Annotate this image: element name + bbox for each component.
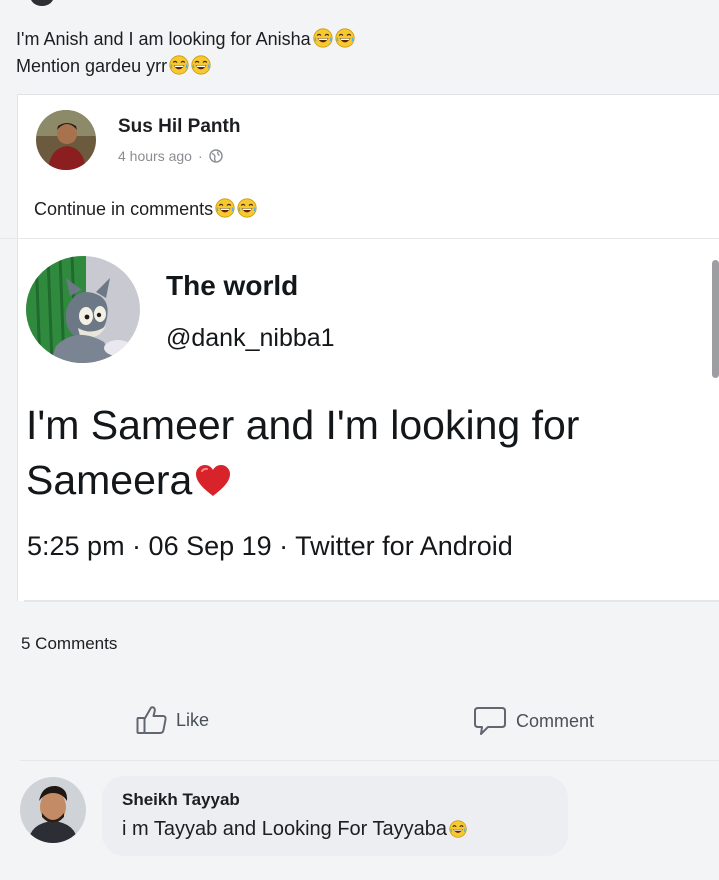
caption-line-1: I'm Anish and I am looking for Anisha [16,26,355,53]
like-label: Like [176,709,210,730]
commenter-avatar[interactable] [20,777,86,843]
comment-button[interactable]: Comment [472,705,594,737]
laughing-emoji-icon [169,55,189,75]
tweet-meta: 5:25 pm · 06 Sep 19 · Twitter for Androi… [27,531,513,561]
like-button[interactable]: Like [136,705,209,735]
avatar-cartoon-cat [26,256,140,363]
tweet-body: I'm Sameer and I'm looking for Sameera [26,402,580,503]
comment-bubble[interactable] [102,776,568,856]
shared-post-meta: 4 hours ago · [118,148,223,164]
scrollbar[interactable] [712,260,719,378]
avatar-photo [20,777,86,843]
speech-bubble-icon [474,707,506,735]
meta-separator: · [197,148,203,164]
tweet-author-avatar[interactable] [26,256,140,363]
card-bottom-border [24,600,719,602]
laughing-emoji-icon [237,198,257,218]
post-caption: I'm Anish and I am looking for Anisha Me… [16,26,355,80]
avatar-photo [36,110,96,170]
divider [0,238,719,239]
laughing-emoji-icon [313,28,333,48]
commenter-name[interactable]: Sheikh Tayyab [122,790,240,810]
comment-label: Comment [516,710,595,731]
shared-post-time[interactable]: 4 hours ago [118,148,192,164]
shared-post-text: Continue in comments [34,198,257,220]
shared-post-author-name[interactable]: Sus Hil Panth [118,116,240,138]
tweet-author-name[interactable]: The world [166,270,298,302]
shared-post-author-avatar[interactable] [36,110,96,170]
tweet-author-handle[interactable]: @dank_nibba1 [166,324,335,353]
laughing-emoji-icon [449,820,467,838]
laughing-emoji-icon [335,28,355,48]
laughing-emoji-icon [191,55,211,75]
comments-count[interactable]: 5 Comments [21,634,117,654]
thumbs-up-icon [136,706,167,734]
red-heart-icon [196,465,231,496]
divider [20,760,719,761]
globe-icon [208,149,223,163]
top-avatar[interactable] [30,0,54,6]
laughing-emoji-icon [215,198,235,218]
comment-text: i m Tayyab and Looking For Tayyaba [122,818,467,841]
caption-line-2: Mention gardeu yrr [16,53,355,80]
